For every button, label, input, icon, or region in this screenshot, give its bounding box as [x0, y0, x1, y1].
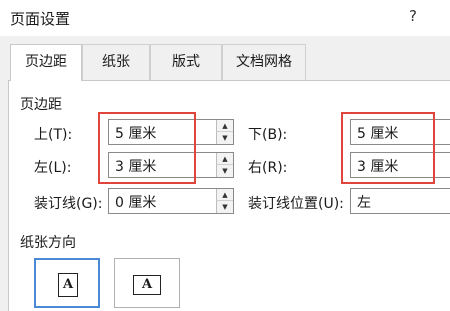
- top-margin-label: 上(T):: [34, 127, 73, 143]
- highlight-box-right: [341, 112, 435, 184]
- portrait-page-icon: A: [58, 273, 78, 297]
- spin-up-icon[interactable]: ▲: [216, 189, 233, 201]
- spin-down-icon[interactable]: ▼: [216, 132, 233, 144]
- gutter-position-label: 装订线位置(U):: [248, 196, 344, 212]
- gutter-label: 装订线(G):: [34, 196, 103, 212]
- top-margin-arrows: ▲ ▼: [216, 120, 233, 144]
- landscape-option[interactable]: A: [114, 258, 180, 308]
- portrait-option[interactable]: A: [34, 258, 100, 308]
- orientation-section-title: 纸张方向: [20, 235, 76, 251]
- spin-down-icon[interactable]: ▼: [216, 165, 233, 177]
- tab-document-grid[interactable]: 文档网格: [222, 44, 306, 80]
- highlight-box-left: [98, 112, 196, 184]
- gutter-stepper[interactable]: 0 厘米 ▲ ▼: [108, 188, 234, 214]
- gutter-position-value[interactable]: 左: [357, 192, 371, 212]
- left-margin-label: 左(L):: [34, 160, 72, 176]
- gutter-position-select[interactable]: 左: [350, 188, 450, 214]
- spin-up-icon[interactable]: ▲: [216, 153, 233, 165]
- gutter-value[interactable]: 0 厘米: [115, 192, 156, 212]
- spin-down-icon[interactable]: ▼: [216, 201, 233, 213]
- spin-up-icon[interactable]: ▲: [216, 120, 233, 132]
- left-margin-arrows: ▲ ▼: [216, 153, 233, 177]
- bottom-margin-label: 下(B):: [248, 127, 288, 143]
- landscape-page-icon: A: [133, 275, 161, 295]
- tab-margins[interactable]: 页边距: [10, 44, 82, 81]
- margins-section-title: 页边距: [20, 97, 62, 113]
- title-bar: 页面设置 ?: [0, 0, 450, 36]
- dialog-title: 页面设置: [10, 10, 71, 28]
- help-button[interactable]: ?: [409, 7, 417, 25]
- tab-paper[interactable]: 纸张: [82, 44, 150, 80]
- gutter-arrows: ▲ ▼: [216, 189, 233, 213]
- tab-layout[interactable]: 版式: [150, 44, 222, 80]
- right-margin-label: 右(R):: [248, 160, 288, 176]
